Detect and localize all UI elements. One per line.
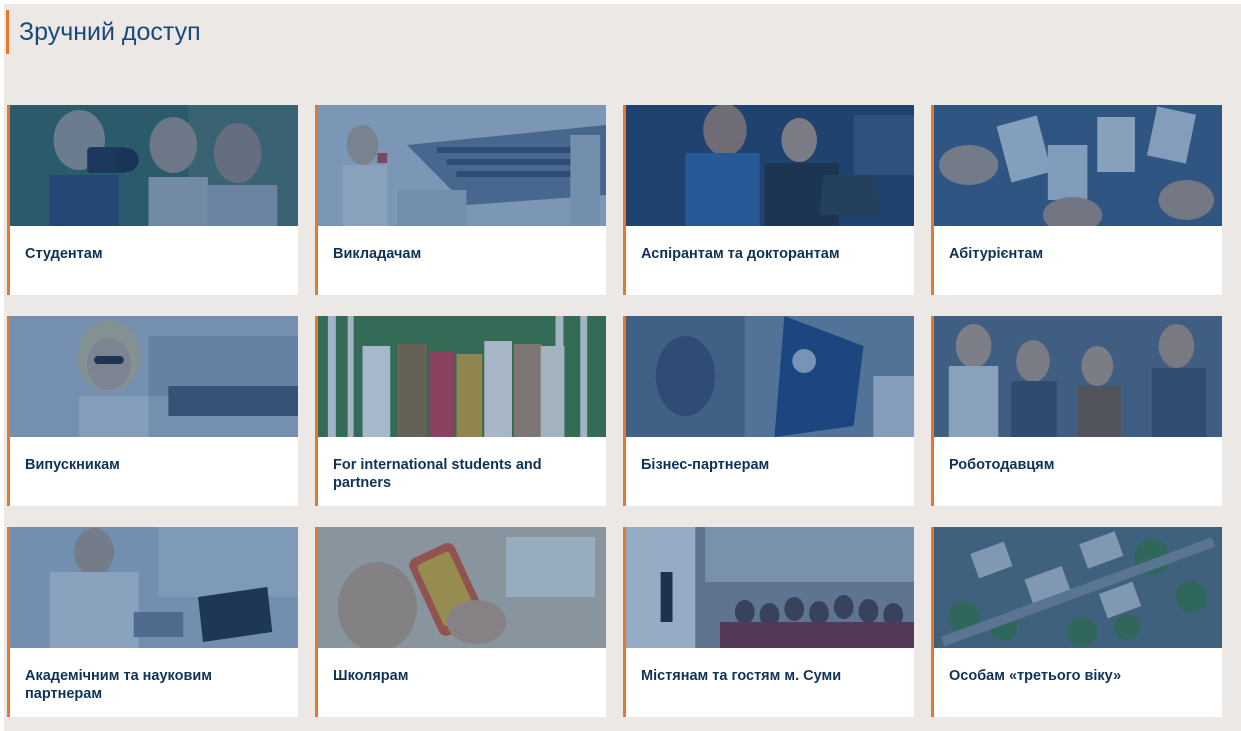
- card-citizens[interactable]: Містянам та гостям м. Суми: [623, 527, 914, 717]
- lecture-hall-photo: [318, 105, 606, 226]
- card-label: Бізнес-партнерам: [641, 457, 770, 473]
- aerial-city-view-photo: [934, 527, 1222, 648]
- card-students[interactable]: Студентам: [7, 105, 298, 295]
- card-seniors[interactable]: Особам «третього віку»: [931, 527, 1222, 717]
- scientist-at-laboratory-photo: [10, 527, 298, 648]
- card-label: Академічним та науковим партнерам: [25, 668, 213, 702]
- quick-access-grid: Студентам Викладачам Аспірантам та докто…: [7, 105, 1222, 717]
- card-phd-students[interactable]: Аспірантам та докторантам: [623, 105, 914, 295]
- card-academic-partners[interactable]: Академічним та науковим партнерам: [7, 527, 298, 717]
- international-students-group-photo: [318, 316, 606, 437]
- card-employers[interactable]: Роботодавцям: [931, 316, 1222, 506]
- card-label: For international students and partners: [333, 457, 542, 491]
- researchers-at-laptop-photo: [626, 105, 914, 226]
- hands-holding-cards-photo: [934, 105, 1222, 226]
- card-international[interactable]: For international students and partners: [315, 316, 606, 506]
- card-label: Особам «третього віку»: [949, 668, 1122, 684]
- card-label: Містянам та гостям м. Суми: [641, 668, 842, 684]
- card-pupils[interactable]: Школярам: [315, 527, 606, 717]
- card-lecturers[interactable]: Викладачам: [315, 105, 606, 295]
- card-label: Школярам: [333, 668, 409, 684]
- section-title: Зручний доступ: [6, 10, 201, 54]
- card-label: Аспірантам та докторантам: [641, 246, 840, 262]
- card-label: Роботодавцям: [949, 457, 1055, 473]
- public-event-hall-photo: [626, 527, 914, 648]
- card-graduates[interactable]: Випускникам: [7, 316, 298, 506]
- graduate-in-office-photo: [10, 316, 298, 437]
- card-applicants[interactable]: Абітурієнтам: [931, 105, 1222, 295]
- phone-game-photo: [318, 527, 606, 648]
- card-label: Студентам: [25, 246, 103, 262]
- card-label: Випускникам: [25, 457, 120, 473]
- quick-access-section: Зручний доступ Студентам Викладачам Аспі…: [4, 4, 1241, 731]
- students-with-camera-photo: [10, 105, 298, 226]
- card-business-partners[interactable]: Бізнес-партнерам: [623, 316, 914, 506]
- business-flag-photo: [626, 316, 914, 437]
- card-label: Викладачам: [333, 246, 422, 262]
- young-people-meeting-photo: [934, 316, 1222, 437]
- card-label: Абітурієнтам: [949, 246, 1044, 262]
